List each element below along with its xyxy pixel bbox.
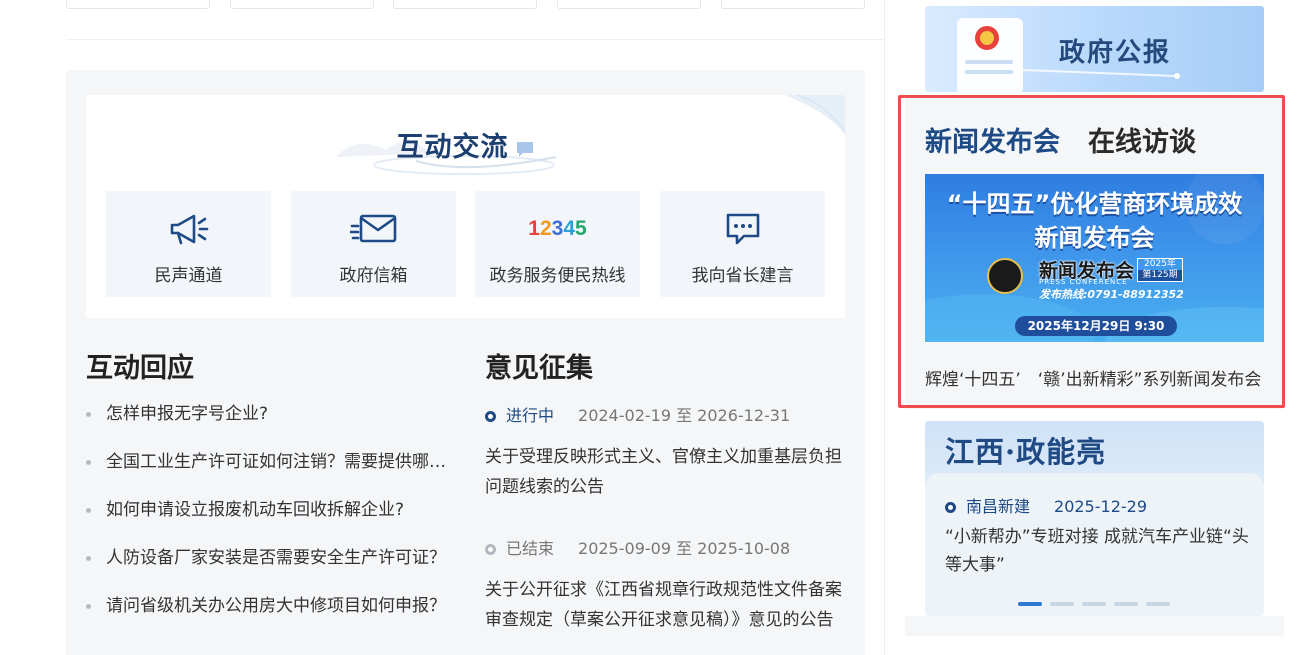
jiangxi-box: 江西·政能亮 南昌新建 2025-12-29 “小新帮办”专班对接 成就汽车产业链… xyxy=(925,421,1264,616)
replies-title[interactable]: 互动回应 xyxy=(86,346,194,385)
opinion-status: 已结束 xyxy=(506,539,555,558)
carousel-dot[interactable] xyxy=(1146,602,1170,606)
image-date: 2025年12月29日 9:30 xyxy=(1015,316,1177,336)
hotline-digit: 1 xyxy=(528,217,540,240)
opinions-title[interactable]: 意见征集 xyxy=(485,346,593,385)
carousel-dot[interactable] xyxy=(1114,602,1138,606)
column-divider xyxy=(884,0,885,655)
hotline-digit: 5 xyxy=(575,217,587,240)
top-card[interactable] xyxy=(557,0,701,9)
channel-minsheng[interactable]: 民声通道 xyxy=(106,191,271,297)
opinion-text[interactable]: 关于公开征求《江西省规章行政规范性文件备案审查规定（草案公开征求意见稿）》意见的… xyxy=(485,575,845,635)
top-card[interactable] xyxy=(66,0,210,9)
chat-bubble-icon xyxy=(660,209,825,249)
right-column-footer xyxy=(905,616,1284,636)
opinion-meta: 进行中 2024-02-19 至 2026-12-31 xyxy=(485,404,845,428)
hotline-12345-icon: 12345 xyxy=(475,209,640,249)
news-image[interactable]: “十四五”优化营商环境成效 新闻发布会 新闻发布会 2025年 第125期 PR… xyxy=(925,174,1264,342)
carousel-dot[interactable] xyxy=(1018,602,1042,606)
replies-list: 怎样申报无字号企业? 全国工业生产许可证如何注销？需要提供哪些材料？ 如何申请设… xyxy=(86,402,456,642)
status-active-icon xyxy=(485,411,496,422)
status-ended-icon xyxy=(485,544,496,555)
top-card[interactable] xyxy=(721,0,865,9)
channel-mailbox[interactable]: 政府信箱 xyxy=(291,191,456,297)
image-headline: “十四五”优化营商环境成效 xyxy=(946,190,1243,218)
reply-item[interactable]: 全国工业生产许可证如何注销？需要提供哪些材料？ xyxy=(86,450,456,498)
gov-bulletin-title: 政府公报 xyxy=(1059,38,1172,68)
jiangxi-title[interactable]: 江西·政能亮 xyxy=(945,429,1106,471)
megaphone-icon xyxy=(106,209,271,249)
image-en-label: PRESS CONFERENCE xyxy=(1039,278,1128,286)
tab-press-conference[interactable]: 新闻发布会 xyxy=(925,120,1060,159)
mail-icon xyxy=(291,209,456,249)
carousel-dots xyxy=(1018,591,1178,610)
reply-item[interactable]: 请问省级机关办公用房大中修项目如何申报？ xyxy=(86,594,456,642)
press-emblem-icon xyxy=(987,258,1023,294)
interaction-panel: 互动交流 民声通道 政府信箱 12345 政务服务便民热线 我向省长建言 互动回… xyxy=(66,70,865,655)
opinion-date-range: 2024-02-19 至 2026-12-31 xyxy=(578,406,791,425)
carousel-dot[interactable] xyxy=(1050,602,1074,606)
opinion-item[interactable]: 已结束 2025-09-09 至 2025-10-08 关于公开征求《江西省规章行… xyxy=(485,537,845,635)
image-hotline: 发布热线:0791-88912352 xyxy=(1039,288,1184,301)
top-card[interactable] xyxy=(230,0,374,9)
reply-item[interactable]: 人防设备厂家安装是否需要安全生产许可证？ xyxy=(86,546,456,594)
jiangxi-source: 南昌新建 xyxy=(966,497,1031,516)
opinion-item[interactable]: 进行中 2024-02-19 至 2026-12-31 关于受理反映形式主义、官僚… xyxy=(485,404,845,502)
top-card[interactable] xyxy=(393,0,537,9)
hotline-digit: 3 xyxy=(551,217,564,240)
image-issue-box: 2025年 第125期 xyxy=(1137,258,1183,282)
channel-hotline[interactable]: 12345 政务服务便民热线 xyxy=(475,191,640,297)
gov-bulletin-banner[interactable]: 政府公报 xyxy=(925,6,1264,92)
opinion-status: 进行中 xyxy=(506,406,555,425)
news-tabs: 新闻发布会 在线访谈 xyxy=(925,120,1224,159)
tab-online-interview[interactable]: 在线访谈 xyxy=(1088,120,1196,159)
hotline-digit: 4 xyxy=(563,217,576,240)
channel-suggestion[interactable]: 我向省长建言 xyxy=(660,191,825,297)
carousel-dot[interactable] xyxy=(1082,602,1106,606)
interaction-title: 互动交流 xyxy=(86,125,845,164)
section-divider xyxy=(66,39,884,40)
news-caption[interactable]: 辉煌‘十四五’ ‘赣’出新精彩”系列新闻发布会 xyxy=(925,365,1264,390)
reply-item[interactable]: 如何申请设立报废机动车回收拆解企业? xyxy=(86,498,456,546)
hotline-digit: 2 xyxy=(539,217,552,240)
interaction-header-box: 互动交流 民声通道 政府信箱 12345 政务服务便民热线 我向省长建言 xyxy=(86,95,845,318)
chat-bubble-small-icon xyxy=(516,141,533,157)
bullet-icon xyxy=(945,502,956,513)
opinion-meta: 已结束 2025-09-09 至 2025-10-08 xyxy=(485,537,845,561)
reply-item[interactable]: 怎样申报无字号企业? xyxy=(86,402,456,450)
opinion-date-range: 2025-09-09 至 2025-10-08 xyxy=(578,539,791,558)
jiangxi-card: 南昌新建 2025-12-29 “小新帮办”专班对接 成就汽车产业链“头等大事” xyxy=(925,473,1264,616)
jiangxi-meta: 南昌新建 2025-12-29 xyxy=(945,493,1147,517)
jiangxi-date: 2025-12-29 xyxy=(1054,497,1147,516)
jiangxi-text[interactable]: “小新帮办”专班对接 成就汽车产业链“头等大事” xyxy=(945,523,1250,579)
opinion-text[interactable]: 关于受理反映形式主义、官僚主义加重基层负担问题线索的公告 xyxy=(485,442,845,502)
image-subheadline: 新闻发布会 xyxy=(1034,224,1155,252)
